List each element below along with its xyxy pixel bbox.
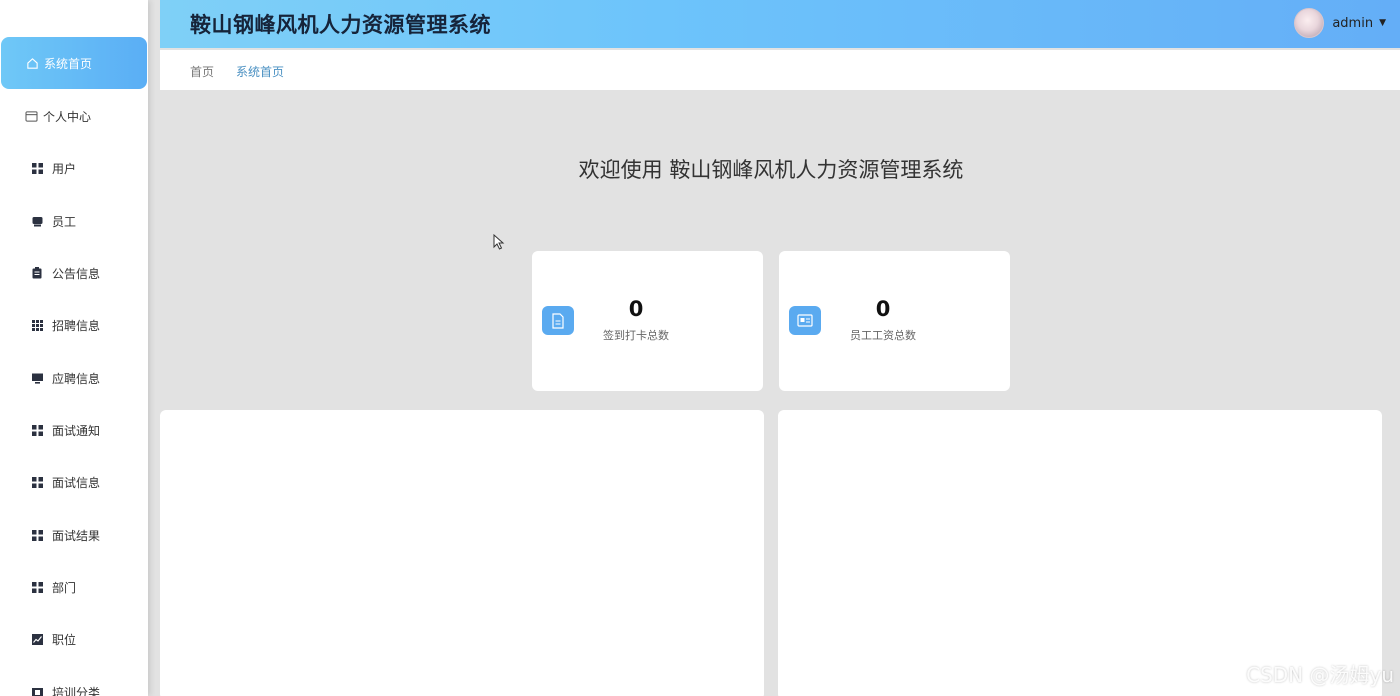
stat-value: 0 (628, 297, 644, 321)
sidebar-item-label: 系统首页 (44, 56, 93, 71)
grid9-icon (30, 318, 44, 332)
user-menu[interactable]: admin ▼ (1294, 8, 1386, 38)
caret-down-icon[interactable]: ▼ (1379, 18, 1386, 28)
breadcrumb-current: 系统首页 (236, 65, 285, 79)
id-card-icon (789, 306, 821, 335)
sidebar-item-label: 面试结果 (52, 528, 101, 543)
sidebar-item-label: 培训分类 (52, 685, 101, 696)
breadcrumb-home[interactable]: 首页 (190, 63, 214, 80)
stat-label: 签到打卡总数 (603, 329, 669, 342)
clipboard-icon (30, 266, 44, 280)
sidebar-item-label: 应聘信息 (52, 371, 101, 386)
mouse-cursor-icon (493, 234, 505, 250)
home-icon (25, 56, 39, 70)
chart-panel-right (778, 410, 1382, 696)
top-header: 鞍山钢峰风机人力资源管理系统 admin ▼ (160, 0, 1400, 48)
sidebar-item-users[interactable]: 用户 (0, 142, 146, 194)
sidebar-item-personal-center[interactable]: 个人中心 (0, 90, 146, 142)
document-icon (542, 306, 574, 335)
welcome-heading: 欢迎使用 鞍山钢峰风机人力资源管理系统 (578, 158, 964, 182)
stat-card-checkin: 0 签到打卡总数 (532, 251, 763, 391)
grid-icon (30, 423, 44, 437)
sidebar-item-interview-notice[interactable]: 面试通知 (0, 404, 146, 456)
monitor-icon (30, 371, 44, 385)
chart-icon (30, 632, 44, 646)
grid-icon (30, 475, 44, 489)
stat-value: 0 (875, 297, 891, 321)
sidebar: 系统首页 个人中心 用户 员工 公告信息 招聘信息 应聘信息 面试通知 面试信息… (0, 0, 148, 696)
grid-icon (30, 528, 44, 542)
avatar[interactable] (1294, 8, 1325, 38)
sidebar-item-employees[interactable]: 员工 (0, 195, 146, 247)
sidebar-item-training-category[interactable]: 培训分类 (0, 666, 146, 696)
sidebar-item-label: 部门 (52, 580, 77, 595)
sidebar-item-departments[interactable]: 部门 (0, 561, 146, 613)
sidebar-item-applications[interactable]: 应聘信息 (0, 352, 146, 404)
chart-panel-left (160, 410, 764, 696)
stat-card-salary: 0 员工工资总数 (779, 251, 1010, 391)
sidebar-item-label: 职位 (52, 632, 77, 647)
sidebar-item-interview-result[interactable]: 面试结果 (0, 509, 146, 561)
sidebar-item-home[interactable]: 系统首页 (1, 37, 147, 89)
card-icon (24, 109, 38, 123)
sidebar-item-label: 面试信息 (52, 475, 101, 490)
stat-label: 员工工资总数 (850, 329, 916, 342)
sidebar-item-announcements[interactable]: 公告信息 (0, 247, 146, 299)
sidebar-item-recruitment[interactable]: 招聘信息 (0, 299, 146, 351)
sidebar-item-interview-info[interactable]: 面试信息 (0, 456, 146, 508)
grid-icon (30, 580, 44, 594)
sidebar-item-label: 面试通知 (52, 423, 101, 438)
film-icon (30, 685, 44, 696)
sidebar-item-label: 公告信息 (52, 266, 101, 281)
username[interactable]: admin (1332, 16, 1373, 31)
sidebar-item-label: 个人中心 (43, 109, 92, 124)
watermark: CSDN @汤姆yu (1246, 663, 1394, 687)
sidebar-item-label: 用户 (52, 161, 77, 176)
app-title: 鞍山钢峰风机人力资源管理系统 (190, 13, 491, 37)
sidebar-item-label: 员工 (52, 214, 77, 229)
box-icon (30, 214, 44, 228)
grid-icon (30, 161, 44, 175)
sidebar-item-positions[interactable]: 职位 (0, 613, 146, 665)
sidebar-item-label: 招聘信息 (52, 318, 101, 333)
breadcrumb: 首页 系统首页 (160, 50, 1400, 90)
